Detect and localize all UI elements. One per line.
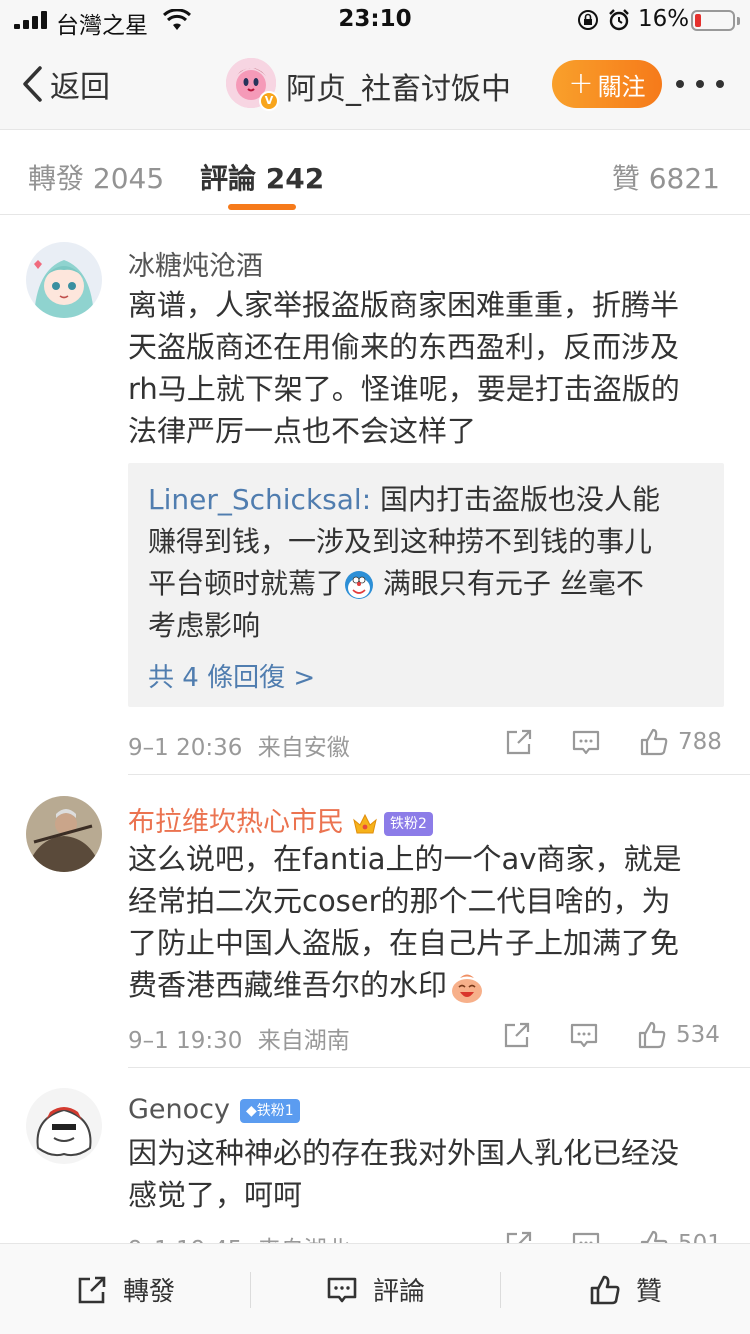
thumbs-up-icon: [590, 1275, 620, 1304]
diamond-icon: ◆: [246, 1102, 257, 1119]
tab-like[interactable]: 贊 6821: [612, 157, 720, 197]
comment-time: 9–1 20:36: [128, 735, 243, 761]
like-count: 788: [678, 729, 722, 755]
comment-icon: [572, 730, 600, 755]
photo-avatar-image: [26, 796, 102, 872]
like-button[interactable]: 788: [638, 722, 722, 762]
user-avatar[interactable]: [26, 796, 102, 872]
user-avatar[interactable]: [26, 242, 102, 318]
share-icon: [504, 1022, 530, 1048]
status-bar: 台灣之星 23:10 16%: [0, 0, 750, 40]
follow-label: 關注: [597, 72, 646, 101]
bottom-toolbar: 轉發 評論 贊: [0, 1243, 750, 1334]
reply-preview[interactable]: Liner_Schicksal: 国内打击盗版也没人能 赚得到钱，一涉及到这种捞…: [128, 463, 724, 707]
verified-badge: V: [259, 91, 279, 111]
like-button[interactable]: 534: [636, 1015, 720, 1055]
thumbs-up-icon: [638, 1021, 666, 1049]
back-button[interactable]: 返回: [20, 62, 110, 106]
rotation-lock-icon: [578, 10, 598, 30]
back-label: 返回: [50, 70, 110, 105]
chevron-left-icon: [23, 66, 42, 102]
reply-button[interactable]: [568, 1015, 600, 1055]
comment-meta: 9–1 19:30 来自湖南: [128, 1021, 350, 1055]
comment-divider: [128, 774, 750, 775]
comment-text: 离谱，人家举报盗版商家困难重重，折腾半 天盗版商还在用偷来的东西盈利，反而涉及 …: [128, 288, 680, 448]
reply-username[interactable]: Liner_Schicksal:: [148, 483, 371, 516]
battery-percentage: 16%: [638, 6, 690, 32]
tab-bar: 轉發 2045 評論 242 贊 6821: [0, 131, 750, 215]
page-title: 阿贞_社畜讨饭中: [286, 72, 511, 107]
comment-username[interactable]: Genocy ◆铁粉1: [128, 1094, 300, 1125]
user-avatar[interactable]: [26, 1088, 102, 1164]
tab-comment[interactable]: 評論 242: [200, 157, 324, 197]
comment-text: 因为这种神必的存在我对外国人乳化已经没 感觉了，呵呵: [128, 1136, 680, 1212]
share-button[interactable]: [501, 1015, 533, 1055]
comment-icon: [327, 1277, 357, 1302]
anime-avatar-image: [26, 242, 102, 318]
fan-level-badge: 铁粉2: [384, 811, 433, 836]
battery-cap: [737, 17, 740, 25]
cartoon-avatar-image: [26, 1088, 102, 1164]
share-icon: [78, 1276, 106, 1303]
like-button[interactable]: 贊: [500, 1244, 750, 1334]
comment-label: 評論: [372, 1277, 425, 1307]
crown-icon: [352, 812, 378, 836]
reply-button[interactable]: [570, 722, 602, 762]
more-options-button[interactable]: [676, 76, 724, 92]
comment-username[interactable]: 冰糖炖沧酒: [128, 244, 263, 283]
alarm-icon: [609, 9, 629, 31]
active-tab-indicator: [228, 204, 296, 210]
view-replies-link[interactable]: 共 4 條回復 >: [148, 657, 704, 694]
comment-time: 9–1 19:30: [128, 1028, 243, 1054]
comment-icon: [570, 1023, 598, 1048]
laughing-emoji-icon: [449, 969, 485, 1005]
nav-bar: 返回 V 阿贞_社畜讨饭中 + 關注: [0, 40, 750, 130]
comment-text: 这么说吧，在fantia上的一个av商家，就是 经常拍二次元coser的那个二代…: [128, 838, 723, 1006]
reply-text: Liner_Schicksal: 国内打击盗版也没人能 赚得到钱，一涉及到这种捞…: [148, 483, 661, 642]
comment-divider: [128, 1067, 750, 1068]
forward-label: 轉發: [122, 1277, 175, 1307]
fan-level-badge: ◆铁粉1: [240, 1098, 300, 1123]
forward-button[interactable]: 轉發: [0, 1244, 250, 1334]
comment-location: 来自湖南: [257, 1028, 350, 1054]
like-count: 534: [676, 1022, 720, 1048]
share-button[interactable]: [503, 722, 535, 762]
author-avatar[interactable]: V: [226, 58, 279, 111]
comment-location: 来自安徽: [257, 735, 350, 761]
share-icon: [506, 729, 532, 755]
comment-meta: 9–1 20:36 来自安徽: [128, 728, 350, 762]
tab-forward[interactable]: 轉發 2045: [28, 157, 164, 197]
comment-button[interactable]: 評論: [250, 1244, 500, 1334]
like-label: 贊: [635, 1277, 662, 1307]
battery-icon: [691, 10, 735, 31]
follow-button[interactable]: + 關注: [552, 60, 662, 108]
thumbs-up-icon: [640, 728, 668, 756]
doraemon-emoji-icon: [344, 570, 374, 600]
comment-username[interactable]: 布拉维坎热心市民 铁粉2: [128, 800, 433, 839]
plus-icon: +: [568, 66, 594, 101]
